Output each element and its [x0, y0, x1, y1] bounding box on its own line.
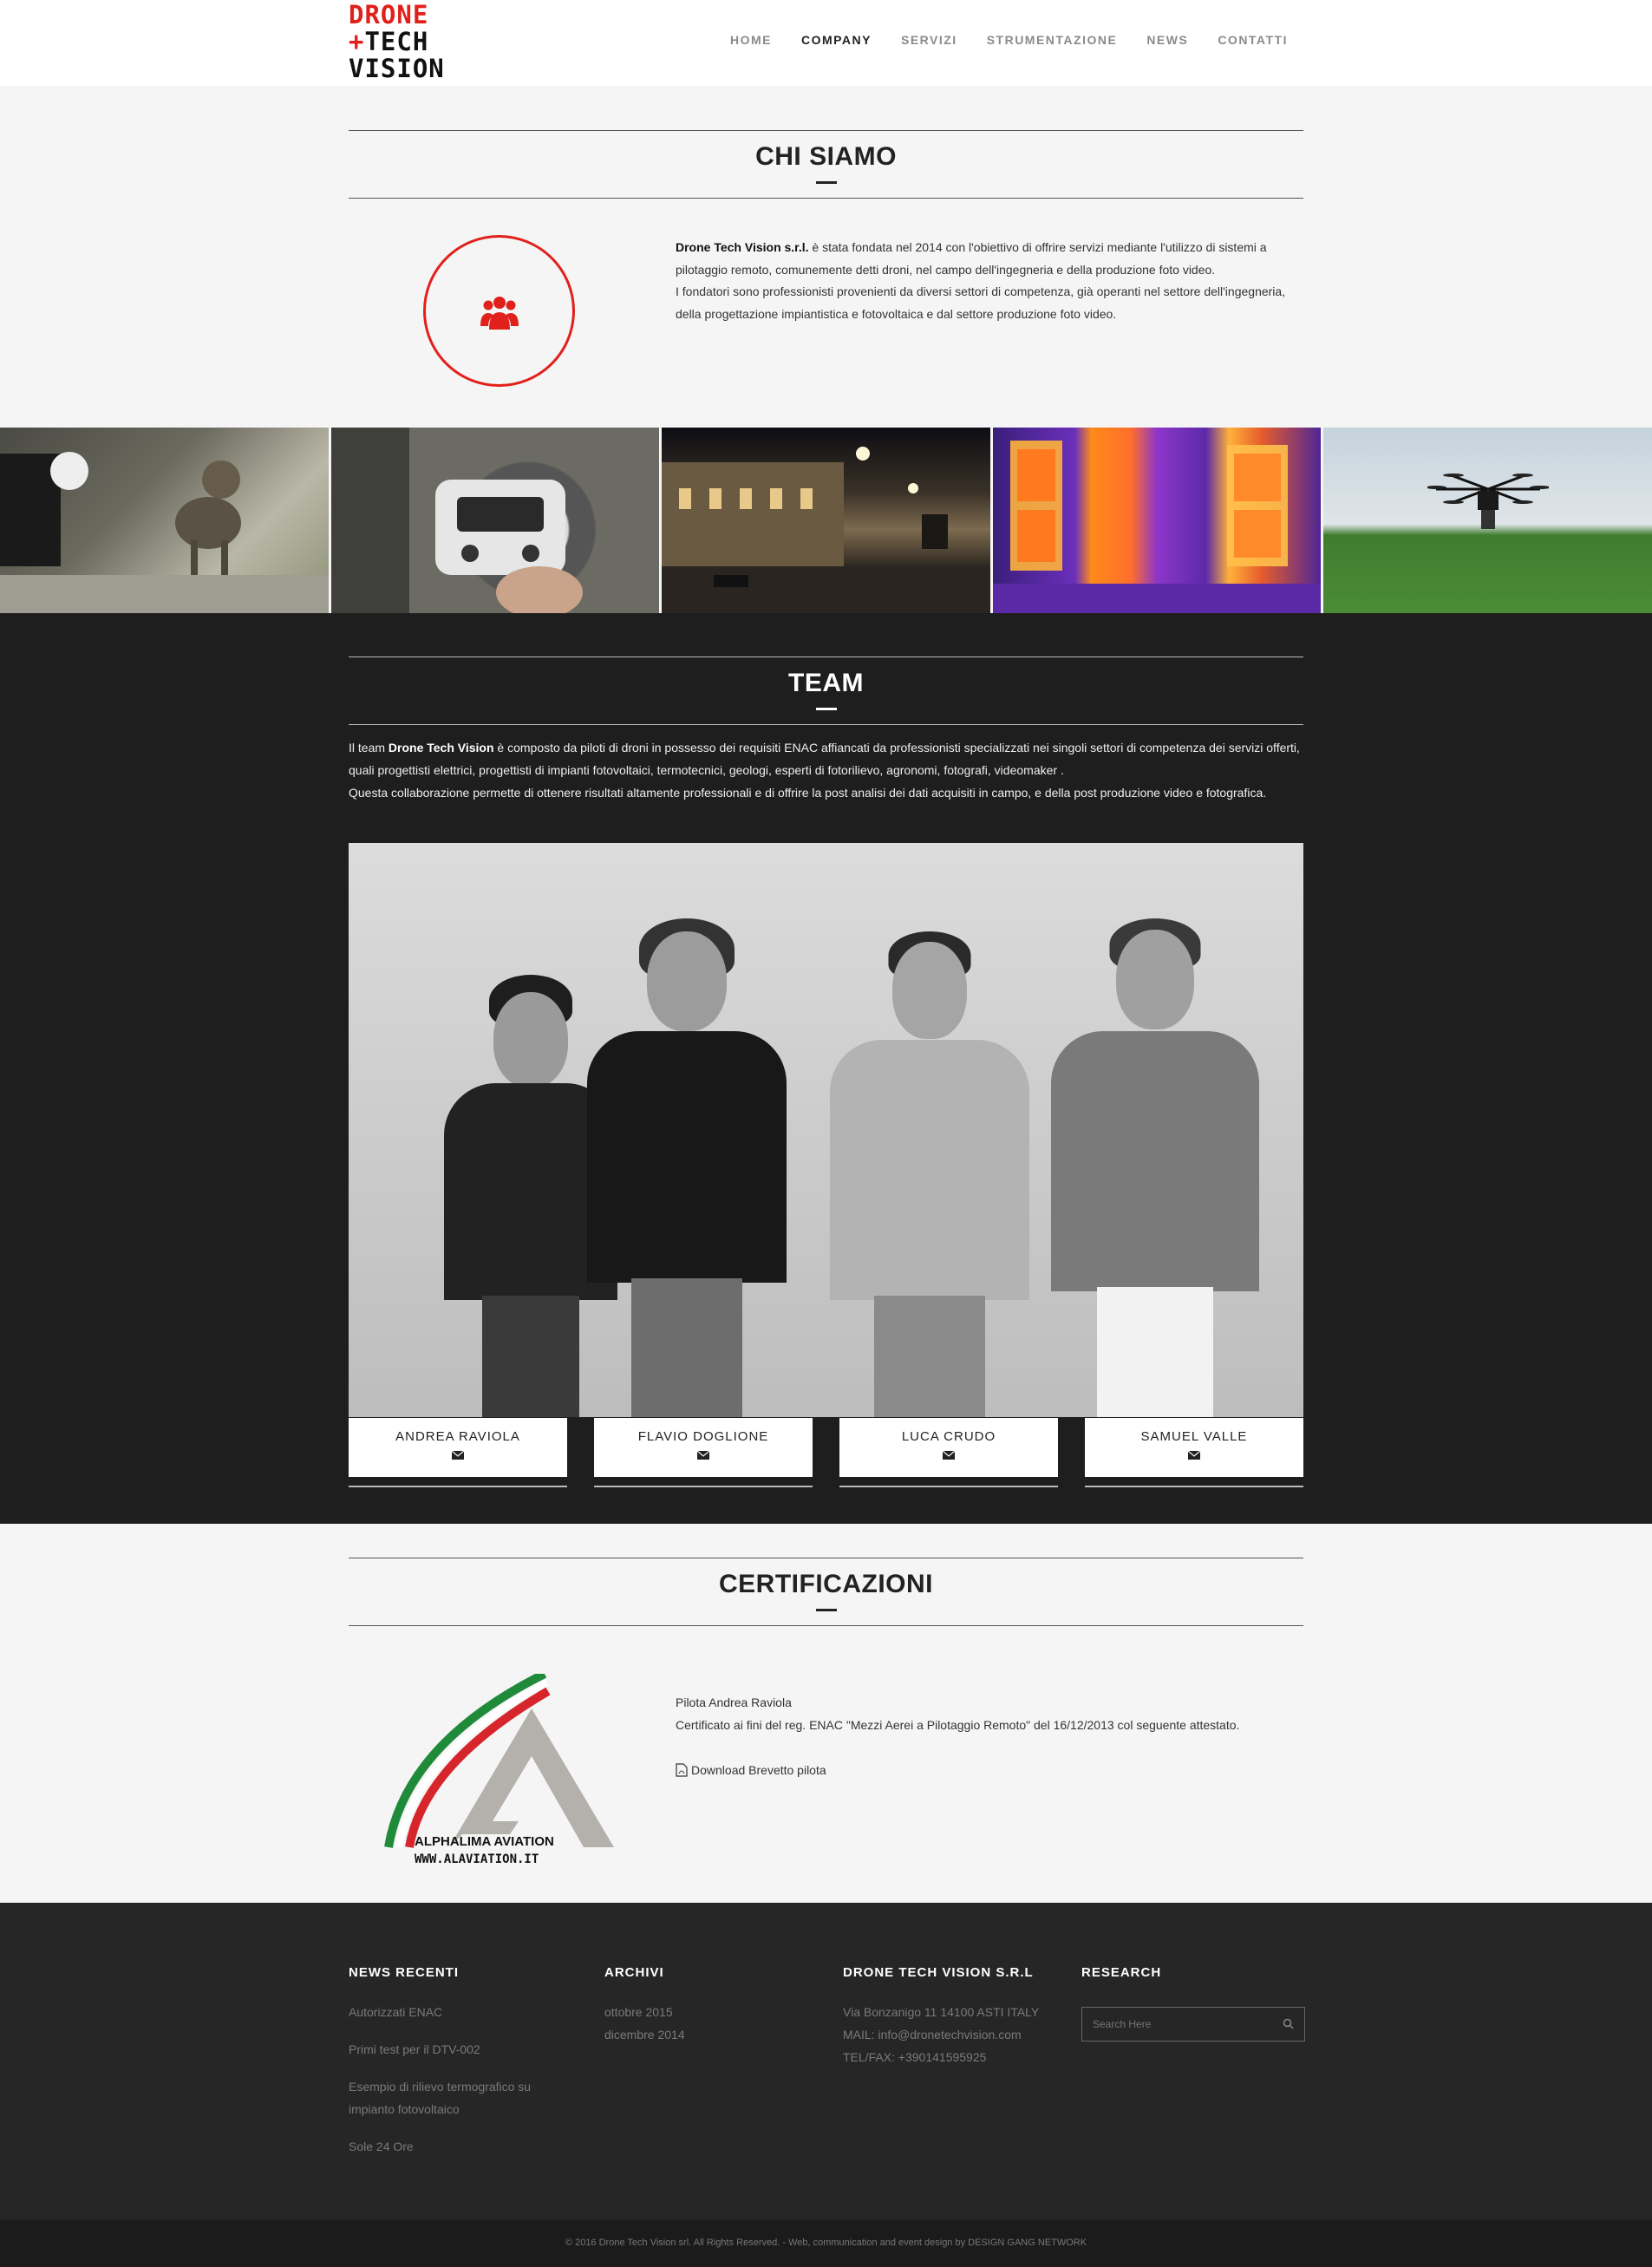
title-divider-bottom	[349, 198, 1303, 199]
chi-siamo-paragraph-1: Drone Tech Vision s.r.l. è stata fondata…	[676, 240, 1267, 277]
gallery-photo-night-square[interactable]	[662, 428, 990, 613]
team-card-luca-crudo: LUCA CRUDO	[839, 1418, 1058, 1477]
nav-servizi[interactable]: SERVIZI	[901, 33, 957, 47]
team-circle	[423, 235, 575, 387]
drone-icon	[1427, 473, 1549, 529]
team-intro: Il team Drone Tech Vision è composto da …	[349, 736, 1303, 804]
footer-mail[interactable]: MAIL: info@dronetechvision.com	[843, 2023, 1039, 2046]
footer-company-title: DRONE TECH VISION S.R.L	[843, 1965, 1034, 1980]
card-underline	[1085, 1486, 1303, 1487]
site-footer: NEWS RECENTI Autorizzati ENAC Primi test…	[0, 1903, 1652, 2220]
main-nav: HOME COMPANY SERVIZI STRUMENTAZIONE NEWS…	[730, 33, 1288, 47]
cert-description: Certificato ai fini del reg. ENAC "Mezzi…	[676, 1718, 1240, 1732]
gallery-photo-cat-drone[interactable]	[0, 428, 329, 613]
search-input[interactable]	[1082, 2008, 1273, 2041]
logo-line-2: +TECH	[349, 27, 429, 56]
footer-archive-column: ARCHIVI ottobre 2015 dicembre 2014	[604, 1965, 685, 2046]
download-brevetto-link[interactable]: Download Brevetto pilota	[676, 1759, 1303, 1781]
card-underline	[594, 1486, 813, 1487]
envelope-icon[interactable]	[1188, 1451, 1200, 1460]
team-title: TEAM	[788, 669, 864, 697]
footer-news-link[interactable]: Esempio di rilievo termografico su impia…	[349, 2075, 557, 2120]
chi-siamo-paragraph-2: I fondatori sono professionisti provenie…	[676, 284, 1286, 321]
team-card-samuel-valle: SAMUEL VALLE	[1085, 1418, 1303, 1477]
footer-news-link[interactable]: Sole 24 Ore	[349, 2135, 557, 2158]
team-group-photo	[349, 843, 1303, 1417]
team-card-andrea-raviola: ANDREA RAVIOLA	[349, 1418, 567, 1477]
alphalima-aviation-logo: ALPHALIMA AVIATION WWW.ALAVIATION.IT	[380, 1669, 623, 1866]
footer-archive-link[interactable]: ottobre 2015	[604, 2001, 685, 2023]
nav-company[interactable]: COMPANY	[801, 33, 872, 47]
nav-news[interactable]: NEWS	[1146, 33, 1188, 47]
users-icon	[480, 297, 519, 330]
footer-news-link[interactable]: Autorizzati ENAC	[349, 2001, 557, 2023]
team-photo-person-2	[587, 879, 787, 1417]
title-dash	[815, 708, 837, 710]
logo-plus-icon: +	[349, 27, 365, 56]
team-photo-person-4	[1051, 879, 1259, 1417]
team-member-name: FLAVIO DOGLIONE	[637, 1429, 769, 1444]
team-card-flavio-doglione: FLAVIO DOGLIONE	[594, 1418, 813, 1477]
footer-archive-link[interactable]: dicembre 2014	[604, 2023, 685, 2046]
footer-news-column: NEWS RECENTI Autorizzati ENAC Primi test…	[349, 1965, 557, 2172]
footer-research-column: RESEARCH	[1081, 1965, 1305, 2042]
team-member-name: SAMUEL VALLE	[1140, 1429, 1248, 1444]
search-icon[interactable]	[1283, 2018, 1294, 2029]
nav-contatti[interactable]: CONTATTI	[1218, 33, 1288, 47]
footer-news-link[interactable]: Primi test per il DTV-002	[349, 2038, 557, 2061]
copyright-text: © 2016 Drone Tech Vision srl. All Rights…	[565, 2238, 1087, 2248]
gallery-photo-hexacopter[interactable]	[1323, 428, 1652, 613]
title-divider-bottom	[349, 1625, 1303, 1626]
title-divider-bottom	[349, 724, 1303, 725]
team-title-block: TEAM	[349, 657, 1303, 725]
envelope-icon[interactable]	[452, 1451, 464, 1460]
team-member-cards: ANDREA RAVIOLA FLAVIO DOGLIONE LUCA CRUD…	[349, 1418, 1303, 1477]
envelope-icon[interactable]	[943, 1451, 955, 1460]
logo-line-1: DRONE	[349, 0, 429, 29]
title-dash	[815, 1609, 837, 1611]
envelope-icon[interactable]	[697, 1451, 709, 1460]
card-underline	[839, 1486, 1058, 1487]
footer-research-title: RESEARCH	[1081, 1965, 1162, 1980]
svg-text:WWW.ALAVIATION.IT: WWW.ALAVIATION.IT	[415, 1852, 539, 1865]
team-paragraph-2: Questa collaborazione permette di ottene…	[349, 786, 1267, 800]
team-member-name: LUCA CRUDO	[901, 1429, 996, 1444]
gallery-photo-thermal-image[interactable]	[992, 428, 1322, 613]
pdf-file-icon	[676, 1763, 688, 1777]
certificazioni-title: CERTIFICAZIONI	[719, 1570, 933, 1598]
footer-search-box	[1081, 2007, 1305, 2042]
team-member-name: ANDREA RAVIOLA	[395, 1429, 520, 1444]
svg-text:ALPHALIMA AVIATION: ALPHALIMA AVIATION	[415, 1834, 554, 1849]
team-section: TEAM Il team Drone Tech Vision è compost…	[0, 613, 1652, 1524]
certificazioni-text: Pilota Andrea Raviola Certificato ai fin…	[676, 1691, 1303, 1781]
card-underline	[349, 1486, 567, 1487]
footer-company-column: DRONE TECH VISION S.R.L Via Bonzanigo 11…	[843, 1965, 1039, 2068]
footer-phone: TEL/FAX: +390141595925	[843, 2050, 987, 2064]
chi-siamo-text: Drone Tech Vision s.r.l. è stata fondata…	[676, 237, 1303, 325]
title-divider-top	[349, 130, 1303, 131]
team-paragraph-1: Il team Drone Tech Vision è composto da …	[349, 741, 1300, 777]
team-photo-person-3	[830, 888, 1029, 1417]
chi-siamo-title-block: CHI SIAMO	[349, 130, 1303, 199]
copyright-bar: © 2016 Drone Tech Vision srl. All Rights…	[0, 2220, 1652, 2267]
photo-gallery	[0, 428, 1652, 613]
footer-news-title: NEWS RECENTI	[349, 1965, 460, 1980]
site-header: DRONE +TECH VISION HOME COMPANY SERVIZI …	[0, 0, 1652, 86]
certificazioni-title-block: CERTIFICAZIONI	[349, 1558, 1303, 1626]
footer-address: Via Bonzanigo 11 14100 ASTI ITALY	[843, 2005, 1040, 2019]
site-logo[interactable]: DRONE +TECH VISION	[349, 0, 445, 85]
chi-siamo-title: CHI SIAMO	[755, 142, 897, 171]
logo-line-3: VISION	[349, 54, 445, 83]
title-dash	[815, 181, 837, 184]
footer-archive-title: ARCHIVI	[604, 1965, 664, 1980]
nav-strumentazione[interactable]: STRUMENTAZIONE	[987, 33, 1118, 47]
gallery-photo-remote-controller[interactable]	[330, 428, 660, 613]
nav-home[interactable]: HOME	[730, 33, 772, 47]
cert-pilot-line: Pilota Andrea Raviola	[676, 1695, 792, 1709]
